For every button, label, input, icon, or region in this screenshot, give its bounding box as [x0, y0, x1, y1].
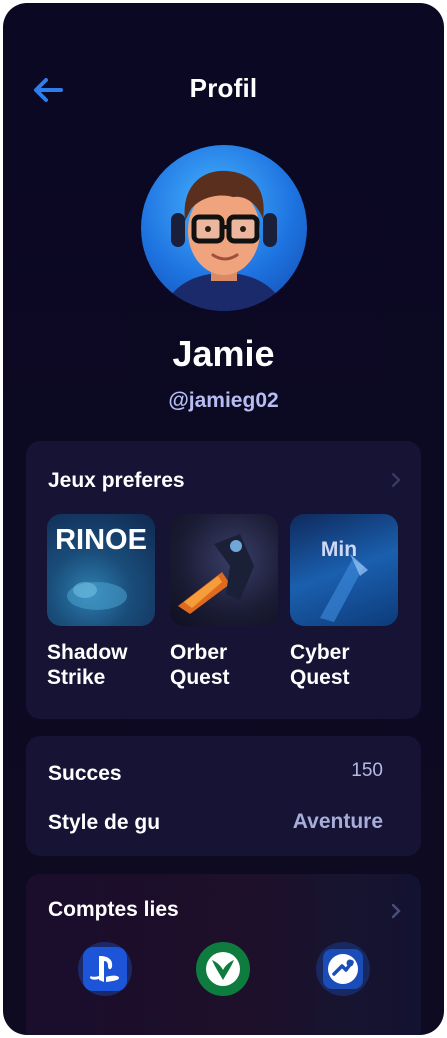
- game-cover-cyber-quest: Min: [290, 514, 398, 626]
- game-name: Shadow Strike: [47, 641, 128, 689]
- stat-label-succes: Succes: [48, 762, 122, 785]
- avatar[interactable]: [141, 145, 307, 311]
- cover-art-shape: [320, 554, 368, 622]
- game-tile-cyber-quest[interactable]: Min Cyber Quest: [290, 514, 400, 690]
- profile-name: Jamie: [172, 333, 275, 374]
- profile-handle: @jamieg02: [168, 389, 279, 412]
- xbox-account-button[interactable]: [194, 940, 252, 998]
- page-title: Profil: [189, 73, 258, 103]
- linked-accounts-card: Comptes lies: [26, 874, 421, 1035]
- playstation-account-button[interactable]: [76, 940, 134, 998]
- game-cover-shadow-strike: RINOE: [47, 514, 155, 626]
- game-cover-orber-quest: [170, 514, 278, 626]
- linked-accounts-title: Comptes lies: [48, 898, 179, 921]
- cover-art-shape: [67, 582, 127, 610]
- steam-account-button[interactable]: [314, 940, 372, 998]
- steam-icon: [316, 942, 370, 996]
- playstation-icon: [78, 942, 132, 996]
- game-name: Orber Quest: [170, 641, 230, 689]
- stat-label-style: Style de gu: [48, 811, 161, 834]
- favorite-games-title: Jeux preferes: [48, 469, 185, 492]
- chevron-right-icon[interactable]: [389, 471, 403, 489]
- stat-value-succes: 150: [351, 760, 383, 781]
- xbox-icon: [196, 942, 250, 996]
- avatar-illustration: [163, 170, 285, 311]
- profile-screen: Profil Jamie @jamieg02 Jeux preferes RIN…: [3, 3, 444, 1035]
- stat-value-style: Aventure: [292, 810, 383, 833]
- favorite-games-card: Jeux preferes RINOE Shadow Strike Orber …: [26, 441, 421, 719]
- cover-art-shape: [178, 534, 254, 614]
- chevron-right-icon[interactable]: [389, 902, 403, 920]
- game-tile-shadow-strike[interactable]: RINOE Shadow Strike: [47, 514, 157, 690]
- game-tile-orber-quest[interactable]: Orber Quest: [170, 514, 280, 690]
- game-name: Cyber Quest: [290, 641, 350, 689]
- stats-card: Succes 150 Style de gu Aventure: [26, 736, 421, 856]
